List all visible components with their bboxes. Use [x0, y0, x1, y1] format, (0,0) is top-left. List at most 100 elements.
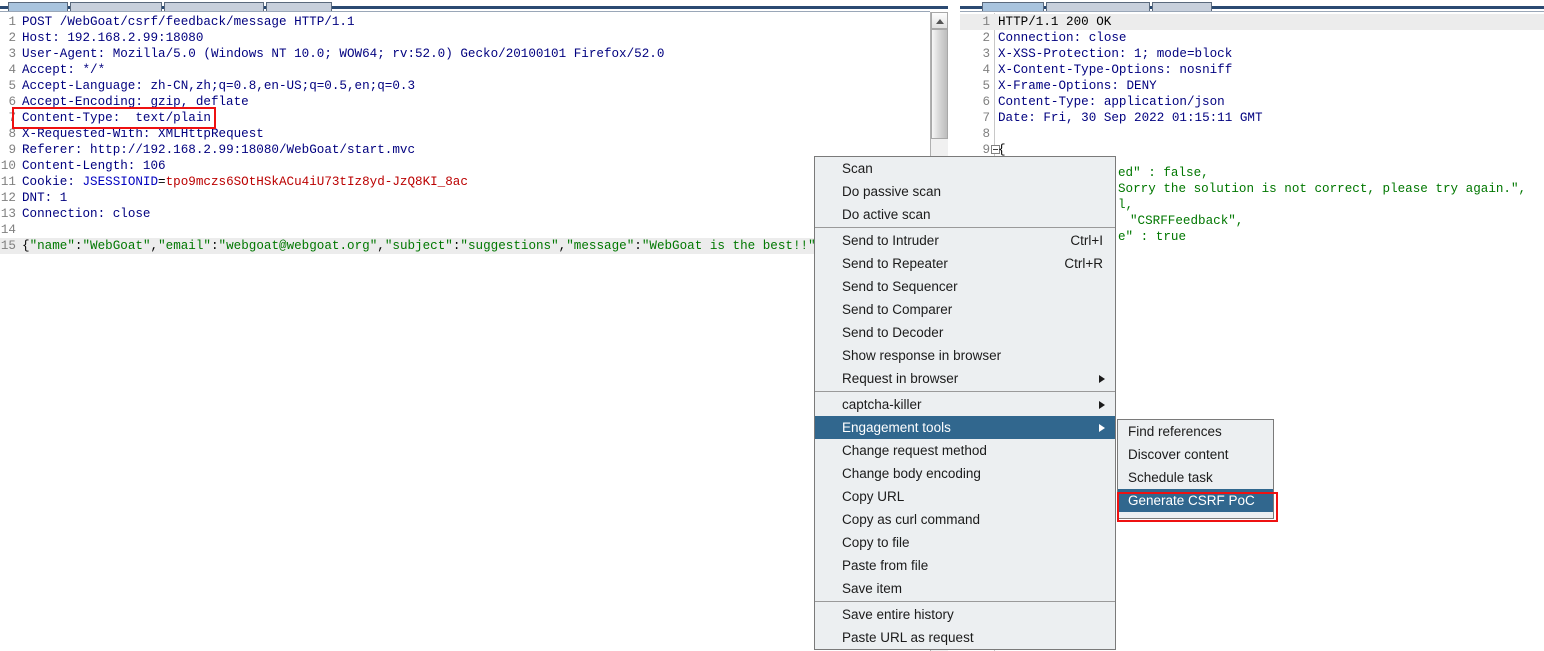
code-line: 2 Connection: close: [960, 30, 1544, 46]
menu-item-send-to-comparer[interactable]: Send to Comparer: [815, 298, 1115, 321]
code-token: User-Agent:: [22, 47, 113, 61]
request-tab-strip: [0, 0, 948, 11]
menu-item-do-active-scan[interactable]: Do active scan: [815, 203, 1115, 226]
request-tab-headers[interactable]: [164, 2, 264, 11]
menu-item-scan[interactable]: Scan: [815, 157, 1115, 180]
line-number: 6: [8, 95, 16, 109]
code-token: X-Frame-Options:: [998, 79, 1127, 93]
menu-item-label: Send to Comparer: [842, 302, 953, 317]
submenu-item-generate-csrf-poc[interactable]: Generate CSRF PoC: [1118, 489, 1273, 512]
menu-item-label: captcha-killer: [842, 397, 922, 412]
line-number: 4: [982, 63, 990, 77]
code-token: {: [998, 143, 1006, 157]
code-line: 5 Accept-Language: zh-CN,zh;q=0.8,en-US;q…: [0, 78, 930, 94]
code-token: Accept-Language:: [22, 79, 151, 93]
menu-item-label: Save entire history: [842, 607, 954, 622]
menu-item-engagement-tools[interactable]: Engagement tools: [815, 416, 1115, 439]
request-editor[interactable]: 1 POST /WebGoat/csrf/feedback/message HTT…: [0, 11, 930, 651]
menu-separator: [815, 391, 1115, 392]
menu-item-copy-as-curl-command[interactable]: Copy as curl command: [815, 508, 1115, 531]
code-token: {: [22, 239, 30, 253]
menu-item-label: Scan: [842, 161, 873, 176]
menu-item-shortcut: Ctrl+I: [1070, 233, 1103, 248]
code-line: 3 User-Agent: Mozilla/5.0 (Windows NT 10.…: [0, 46, 930, 62]
submenu-item-label: Generate CSRF PoC: [1128, 493, 1255, 508]
line-number: 4: [8, 63, 16, 77]
menu-item-label: Change body encoding: [842, 466, 981, 481]
submenu-item-discover-content[interactable]: Discover content: [1118, 443, 1273, 466]
code-token: Accept:: [22, 63, 83, 77]
request-context-menu[interactable]: Scan Do passive scan Do active scan Send to…: [814, 156, 1116, 650]
menu-separator: [815, 227, 1115, 228]
request-code-area[interactable]: 1 POST /WebGoat/csrf/feedback/message HTT…: [0, 11, 930, 254]
menu-item-show-response-in-browser[interactable]: Show response in browser: [815, 344, 1115, 367]
line-number: 11: [0, 175, 16, 189]
code-line: 11 Cookie: JSESSIONID=tpo9mczs6SOtHSkACu4…: [0, 174, 930, 190]
menu-item-send-to-decoder[interactable]: Send to Decoder: [815, 321, 1115, 344]
engagement-tools-submenu[interactable]: Find references Discover content Schedule …: [1117, 419, 1274, 519]
code-line-text: Content-Type: text/plain: [22, 110, 211, 126]
code-token: nosniff: [1179, 63, 1233, 77]
code-token: close: [112, 207, 151, 221]
line-number: 8: [982, 127, 990, 141]
scrollbar-up-button[interactable]: [931, 12, 948, 29]
menu-item-label: Paste URL as request: [842, 630, 974, 645]
submenu-item-schedule-task[interactable]: Schedule task: [1118, 466, 1273, 489]
code-line-text: X-XSS-Protection: 1; mode=block: [998, 46, 1232, 62]
submenu-item-find-references[interactable]: Find references: [1118, 420, 1273, 443]
menu-item-label: Request in browser: [842, 371, 959, 386]
code-token: zh-CN,zh;q=0.8,en-US;q=0.5,en;q=0.3: [150, 79, 415, 93]
code-line-text: Content-Type: application/json: [998, 94, 1225, 110]
request-tab-hex[interactable]: [266, 2, 332, 11]
menu-item-save-entire-history[interactable]: Save entire history: [815, 603, 1115, 626]
code-line: 8: [960, 126, 1544, 142]
code-token: Content-Type: text/plain: [22, 111, 211, 125]
menu-item-send-to-intruder[interactable]: Send to Intruder Ctrl+I: [815, 229, 1115, 252]
request-tab-params[interactable]: [70, 2, 162, 11]
code-token: :: [210, 239, 219, 253]
code-token: 1; mode=block: [1134, 47, 1233, 61]
response-body-fragment: ed" : false,: [1118, 165, 1209, 181]
code-line-text: Connection: close: [22, 206, 151, 222]
menu-item-label: Engagement tools: [842, 420, 951, 435]
menu-item-paste-url-as-request[interactable]: Paste URL as request: [815, 626, 1115, 649]
line-number: 14: [0, 223, 16, 237]
code-token: Host:: [22, 31, 68, 45]
line-number: 8: [8, 127, 16, 141]
menu-item-captcha-killer[interactable]: captcha-killer: [815, 393, 1115, 416]
menu-item-label: Do passive scan: [842, 184, 942, 199]
menu-item-change-request-method[interactable]: Change request method: [815, 439, 1115, 462]
menu-item-copy-url[interactable]: Copy URL: [815, 485, 1115, 508]
scrollbar-thumb[interactable]: [931, 29, 948, 139]
code-token: 106: [142, 159, 166, 173]
line-number: 3: [982, 47, 990, 61]
chevron-right-icon: [1099, 375, 1105, 383]
code-token: Connection:: [998, 31, 1089, 45]
code-token: Fri, 30 Sep 2022 01:15:11 GMT: [1043, 111, 1263, 125]
menu-item-send-to-sequencer[interactable]: Send to Sequencer: [815, 275, 1115, 298]
menu-item-paste-from-file[interactable]: Paste from file: [815, 554, 1115, 577]
code-line-text: X-Requested-With: XMLHttpRequest: [22, 126, 264, 142]
menu-item-request-in-browser[interactable]: Request in browser: [815, 367, 1115, 390]
response-tab-hex[interactable]: [1152, 2, 1212, 11]
response-tab-raw[interactable]: [982, 2, 1044, 11]
response-body-fragment: Sorry the solution is not correct, pleas…: [1118, 181, 1526, 197]
code-token: "suggestions": [460, 239, 559, 253]
menu-item-copy-to-file[interactable]: Copy to file: [815, 531, 1115, 554]
code-line: 3 X-XSS-Protection: 1; mode=block: [960, 46, 1544, 62]
code-token: e" : true: [1118, 230, 1187, 244]
menu-item-do-passive-scan[interactable]: Do passive scan: [815, 180, 1115, 203]
code-line: 4 X-Content-Type-Options: nosniff: [960, 62, 1544, 78]
code-line-text: X-Frame-Options: DENY: [998, 78, 1157, 94]
line-number: 5: [982, 79, 990, 93]
chevron-up-icon: [935, 19, 944, 24]
code-line-text: X-Content-Type-Options: nosniff: [998, 62, 1232, 78]
menu-item-label: Send to Repeater: [842, 256, 948, 271]
response-tab-headers[interactable]: [1046, 2, 1150, 11]
request-tab-raw[interactable]: [8, 2, 68, 11]
code-line: 15 {"name":"WebGoat","email":"webgoat@web…: [0, 238, 930, 254]
menu-item-save-item[interactable]: Save item: [815, 577, 1115, 600]
menu-item-change-body-encoding[interactable]: Change body encoding: [815, 462, 1115, 485]
response-code-area[interactable]: 1 HTTP/1.1 200 OK 2 Connection: close 3 X-XSS…: [960, 11, 1544, 158]
menu-item-send-to-repeater[interactable]: Send to Repeater Ctrl+R: [815, 252, 1115, 275]
